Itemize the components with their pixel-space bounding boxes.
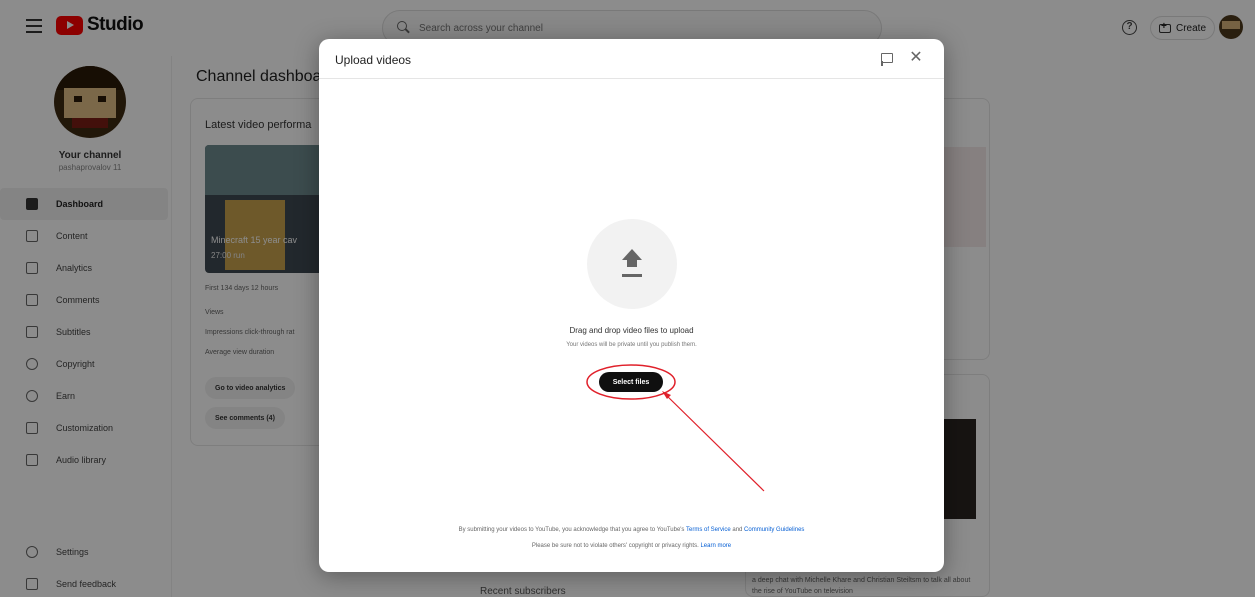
- upload-drop-zone[interactable]: [587, 219, 677, 309]
- legal-text: and: [732, 527, 743, 533]
- dialog-header: Upload videos ✕: [319, 39, 944, 79]
- private-notice: Your videos will be private until you pu…: [566, 342, 697, 348]
- learn-more-link[interactable]: Learn more: [700, 543, 731, 549]
- upload-videos-dialog: Upload videos ✕ Drag and drop video file…: [319, 39, 944, 572]
- copyright-notice: Please be sure not to violate others' co…: [319, 543, 944, 549]
- community-guidelines-link[interactable]: Community Guidelines: [744, 527, 804, 533]
- feedback-flag-icon[interactable]: [881, 53, 893, 66]
- legal-text: Please be sure not to violate others' co…: [531, 543, 699, 549]
- legal-notice: By submitting your videos to YouTube, yo…: [319, 527, 944, 533]
- select-files-button[interactable]: Select files: [599, 372, 663, 392]
- terms-of-service-link[interactable]: Terms of Service: [686, 527, 731, 533]
- close-icon[interactable]: ✕: [907, 49, 925, 67]
- legal-text: By submitting your videos to YouTube, yo…: [458, 527, 685, 533]
- dialog-title: Upload videos: [335, 53, 412, 67]
- drag-drop-text: Drag and drop video files to upload: [569, 326, 694, 335]
